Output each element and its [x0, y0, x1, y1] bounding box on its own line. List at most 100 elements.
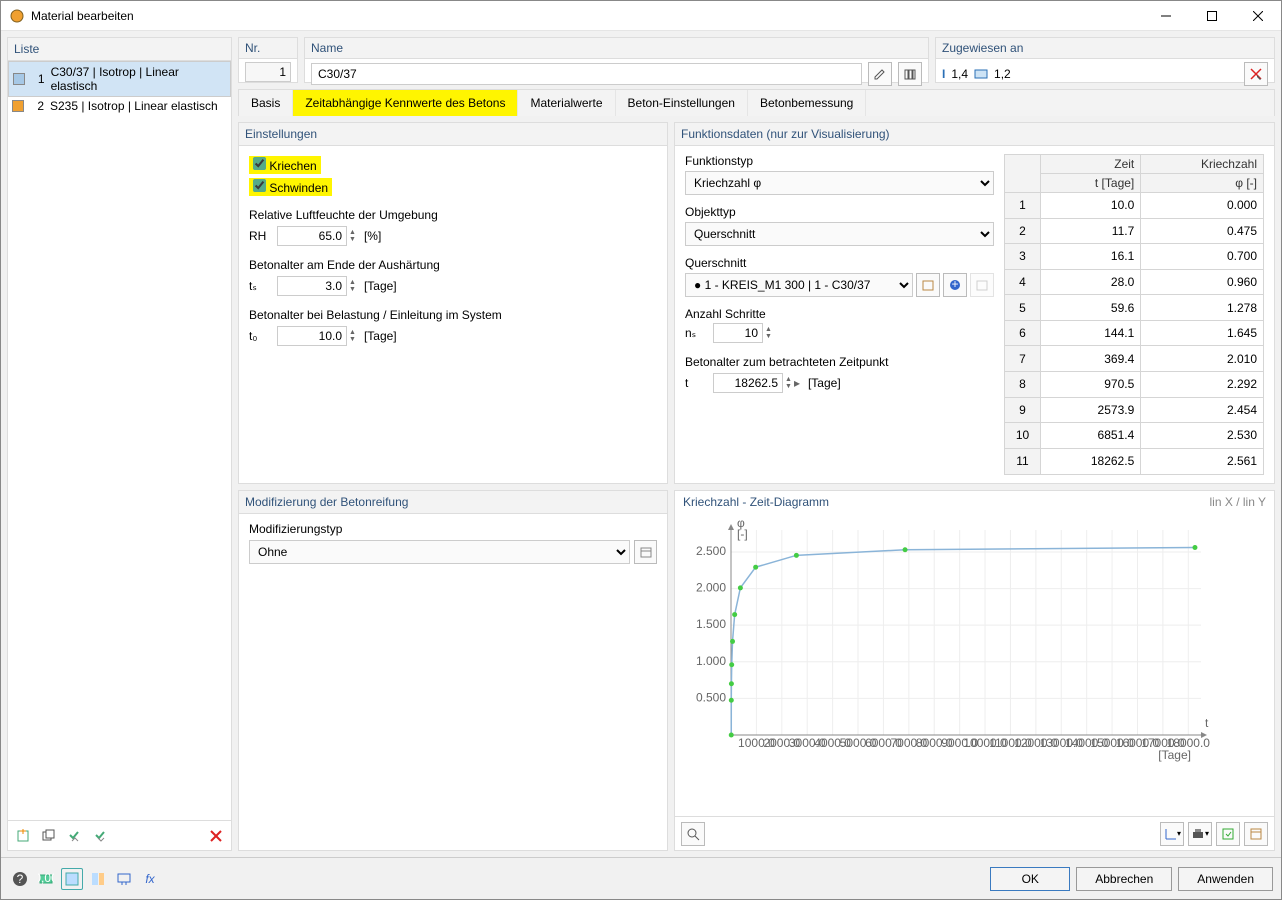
color-swatch: [13, 73, 25, 85]
steps-sym: nₛ: [685, 326, 705, 340]
delete-item-button[interactable]: [205, 825, 227, 847]
t-input[interactable]: [713, 373, 783, 393]
window-button[interactable]: [1244, 822, 1268, 846]
ts-unit: [Tage]: [364, 279, 397, 293]
units-button[interactable]: 0,00: [35, 868, 57, 890]
cs-new-button[interactable]: +: [943, 273, 967, 297]
otype-select[interactable]: Querschnitt: [685, 222, 994, 246]
function-data-panel: Funktionsdaten (nur zur Visualisierung) …: [674, 122, 1275, 484]
close-button[interactable]: [1235, 1, 1281, 31]
function-table: ZeitKriechzahl t [Tage]φ [-] 110.00.0002…: [1004, 154, 1264, 475]
tab[interactable]: Beton-Einstellungen: [616, 90, 748, 116]
chart-toolbar: ▾ ▾: [675, 816, 1274, 850]
beam-icon: I: [942, 67, 945, 81]
copy-item-button[interactable]: [38, 825, 60, 847]
svg-text:[Tage]: [Tage]: [1158, 748, 1191, 762]
rh-spinner[interactable]: ▲▼: [349, 229, 356, 243]
minimize-button[interactable]: [1143, 1, 1189, 31]
list-toolbar: [8, 820, 231, 850]
cs-select[interactable]: ● 1 - KREIS_M1 300 | 1 - C30/37: [685, 273, 913, 297]
ts-input[interactable]: [277, 276, 347, 296]
display-button[interactable]: [113, 868, 135, 890]
table-row: 428.00.960: [1005, 269, 1264, 295]
t-spinner[interactable]: ▲▼: [785, 376, 792, 390]
nr-input[interactable]: [245, 62, 291, 82]
surface-icon: [974, 69, 988, 79]
edit-name-button[interactable]: [868, 62, 892, 86]
mod-calendar-button[interactable]: [634, 540, 657, 564]
ok-button[interactable]: OK: [990, 867, 1070, 891]
tab[interactable]: Zeitabhängige Kennwerte des Betons: [293, 90, 518, 116]
tab[interactable]: Betonbemessung: [748, 90, 866, 116]
rh-input[interactable]: [277, 226, 347, 246]
tab[interactable]: Basis: [239, 90, 293, 116]
print-button[interactable]: ▾: [1188, 822, 1212, 846]
zoom-button[interactable]: [681, 822, 705, 846]
t0-input[interactable]: [277, 326, 347, 346]
table-row: 7369.42.010: [1005, 346, 1264, 372]
assigned-label: Zugewiesen an: [936, 38, 1274, 59]
material-list-panel: Liste 1C30/37 | Isotrop | Linear elastis…: [7, 37, 232, 851]
apply-button[interactable]: Anwenden: [1178, 867, 1273, 891]
maximize-button[interactable]: [1189, 1, 1235, 31]
tab[interactable]: Materialwerte: [518, 90, 615, 116]
app-icon: [9, 8, 25, 24]
table-row: 316.10.700: [1005, 244, 1264, 270]
list-item[interactable]: 1C30/37 | Isotrop | Linear elastisch: [8, 61, 231, 97]
mod-type-select[interactable]: Ohne: [249, 540, 630, 564]
material-list[interactable]: 1C30/37 | Isotrop | Linear elastisch2S23…: [8, 61, 231, 820]
cs-edit-button[interactable]: [970, 273, 994, 297]
list-item[interactable]: 2S235 | Isotrop | Linear elastisch: [8, 97, 231, 115]
rh-unit: [%]: [364, 229, 381, 243]
mod-header: Modifizierung der Betonreifung: [239, 491, 667, 514]
main-area: Nr. Name Zugewiesen an I 1,4: [238, 37, 1275, 851]
help-button[interactable]: ?: [9, 868, 31, 890]
t0-unit: [Tage]: [364, 329, 397, 343]
ts-sym: tₛ: [249, 279, 269, 293]
t-label: Betonalter zum betrachteten Zeitpunkt: [685, 355, 994, 369]
shrink-label: Schwinden: [269, 181, 328, 195]
otype-label: Objekttyp: [685, 205, 994, 219]
table-row: 1118262.52.561: [1005, 448, 1264, 474]
name-label: Name: [305, 38, 928, 59]
chart-axis-mode: lin X / lin Y: [1210, 495, 1266, 509]
func-header: Funktionsdaten (nur zur Visualisierung): [675, 123, 1274, 146]
fx-button[interactable]: fx: [139, 868, 161, 890]
ts-spinner[interactable]: ▲▼: [349, 279, 356, 293]
steps-spinner[interactable]: ▲▼: [765, 326, 772, 340]
cancel-button[interactable]: Abbrechen: [1076, 867, 1172, 891]
check-down-button[interactable]: [64, 825, 86, 847]
rh-label: Relative Luftfeuchte der Umgebung: [249, 208, 657, 222]
svg-text:0.500: 0.500: [696, 690, 726, 704]
table-row: 6144.11.645: [1005, 320, 1264, 346]
steps-input[interactable]: [713, 323, 763, 343]
svg-text:2.500: 2.500: [696, 543, 726, 557]
cs-cal-button[interactable]: [916, 273, 940, 297]
color-swatch: [12, 100, 24, 112]
export-button[interactable]: [1216, 822, 1240, 846]
table-row: 110.00.000: [1005, 193, 1264, 219]
t0-spinner[interactable]: ▲▼: [349, 329, 356, 343]
modification-panel: Modifizierung der Betonreifung Modifizie…: [238, 490, 668, 852]
name-input[interactable]: [311, 63, 862, 85]
view1-button[interactable]: [61, 868, 83, 890]
shrink-checkbox[interactable]: [253, 179, 266, 192]
window-title: Material bearbeiten: [31, 9, 134, 23]
ts-label: Betonalter am Ende der Aushärtung: [249, 258, 657, 272]
footer: ? 0,00 fx OK Abbrechen Anwenden: [1, 857, 1281, 899]
library-button[interactable]: [898, 62, 922, 86]
chart-area: 0.5001.0001.5002.0002.5001000.02000.0300…: [681, 515, 1268, 811]
assigned-value-1: 1,4: [951, 67, 968, 81]
ftype-select[interactable]: Kriechzahl φ: [685, 171, 994, 195]
new-item-button[interactable]: [12, 825, 34, 847]
rh-sym: RH: [249, 229, 269, 243]
check-up-button[interactable]: [90, 825, 112, 847]
creep-checkbox[interactable]: [253, 157, 266, 170]
name-box: Name: [304, 37, 929, 83]
t0-sym: t₀: [249, 329, 269, 343]
svg-text:1.000: 1.000: [696, 653, 726, 667]
view2-button[interactable]: [87, 868, 109, 890]
pick-assign-button[interactable]: [1244, 62, 1268, 86]
axes-button[interactable]: ▾: [1160, 822, 1184, 846]
svg-text:?: ?: [17, 872, 24, 886]
